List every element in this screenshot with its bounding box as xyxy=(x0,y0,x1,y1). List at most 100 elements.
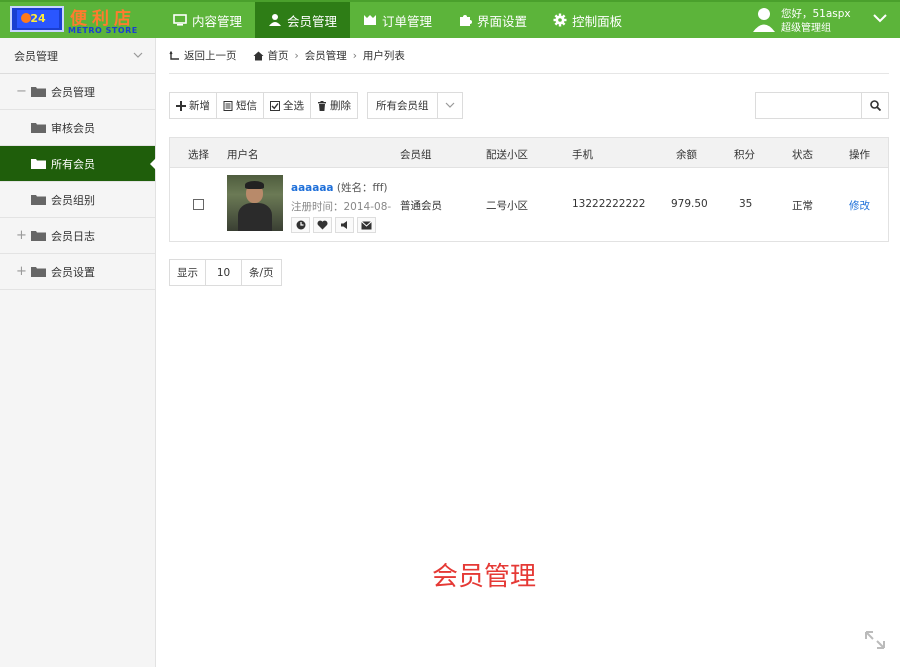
add-button[interactable]: 新增 xyxy=(170,93,217,118)
delete-button-label: 删除 xyxy=(330,100,351,112)
fullscreen-icon[interactable] xyxy=(864,630,886,650)
folder-open-icon xyxy=(31,159,46,169)
logo-badge-number: 24 xyxy=(17,10,59,28)
sidebar-item-label: 会员组别 xyxy=(51,193,95,207)
trash-icon xyxy=(318,100,326,111)
sidebar-item-member-groups[interactable]: 会员组别 xyxy=(0,182,155,218)
top-bar: 24 便利店 METRO STORE 内容管理 会员管理 订单管理 界面设置 控… xyxy=(0,0,900,38)
breadcrumb-current: 用户列表 xyxy=(362,50,405,62)
search-icon xyxy=(869,100,881,111)
sidebar-title: 会员管理 xyxy=(14,49,58,63)
add-button-label: 新增 xyxy=(189,100,210,112)
heart-icon[interactable] xyxy=(313,217,332,233)
page-size-unit: 条/页 xyxy=(249,267,274,279)
sms-button-label: 短信 xyxy=(236,100,257,112)
toolbar: 新增 短信 全选 删除 所有会员组 xyxy=(169,92,463,119)
sidebar-item-member-settings[interactable]: + 会员设置 xyxy=(0,254,155,290)
select-all-button-label: 全选 xyxy=(283,100,304,112)
member-phone: 13222222222 xyxy=(572,198,646,210)
breadcrumb-separator: › xyxy=(294,49,299,62)
nav-members[interactable]: 会员管理 xyxy=(255,2,351,38)
member-area: 二号小区 xyxy=(486,200,528,212)
logo[interactable]: 24 便利店 METRO STORE xyxy=(10,6,146,36)
folder-icon xyxy=(31,231,46,241)
sidebar-item-member-management[interactable]: − 会员管理 xyxy=(0,74,155,110)
page-size-prefix: 显示 xyxy=(177,267,198,279)
search-input[interactable] xyxy=(756,93,862,118)
col-header-area: 配送小区 xyxy=(486,149,528,161)
nav-label: 控制面板 xyxy=(572,13,623,29)
mail-icon[interactable] xyxy=(357,217,376,233)
expand-icon[interactable]: + xyxy=(16,228,27,243)
back-link[interactable]: 返回上一页 xyxy=(169,48,237,63)
folder-icon xyxy=(31,123,46,133)
nav-control-panel[interactable]: 控制面板 xyxy=(540,2,635,38)
chevron-down-icon[interactable] xyxy=(438,93,462,118)
col-header-status: 状态 xyxy=(792,149,813,161)
logo-subtitle: METRO STORE xyxy=(68,26,138,35)
clock-icon[interactable] xyxy=(291,217,310,233)
document-icon xyxy=(223,100,233,111)
chevron-down-icon[interactable] xyxy=(872,12,888,24)
user-role: 超级管理组 xyxy=(781,23,831,34)
member-group-select-value: 所有会员组 xyxy=(368,93,438,118)
nav-content[interactable]: 内容管理 xyxy=(160,2,255,38)
user-menu[interactable]: 您好，51aspx 超级管理组 xyxy=(752,4,900,36)
nav-orders[interactable]: 订单管理 xyxy=(350,2,445,38)
member-username-link[interactable]: aaaaaa xyxy=(291,182,334,194)
col-header-group: 会员组 xyxy=(400,149,432,161)
watermark-text: 会员管理 xyxy=(432,562,537,592)
main-nav: 内容管理 会员管理 订单管理 界面设置 控制面板 xyxy=(160,2,635,38)
sidebar-item-label: 会员设置 xyxy=(51,265,95,279)
chevron-down-icon xyxy=(133,52,143,58)
member-name: aaaaaa (姓名：fff) xyxy=(291,180,387,195)
breadcrumb-home-label: 首页 xyxy=(267,50,289,62)
nav-label: 内容管理 xyxy=(192,13,243,29)
member-realname: (姓名：fff) xyxy=(336,182,388,194)
sidebar-item-label: 所有会员 xyxy=(51,157,95,171)
col-header-phone: 手机 xyxy=(572,149,593,161)
breadcrumb-section[interactable]: 会员管理 xyxy=(305,48,347,63)
expand-icon[interactable]: + xyxy=(16,264,27,279)
sidebar-item-member-logs[interactable]: + 会员日志 xyxy=(0,218,155,254)
breadcrumb-home[interactable]: 首页 xyxy=(253,48,289,63)
nav-interface[interactable]: 界面设置 xyxy=(445,2,540,38)
back-link-label: 返回上一页 xyxy=(184,50,237,62)
user-icon xyxy=(269,14,282,26)
sms-button[interactable]: 短信 xyxy=(217,93,264,118)
sidebar: 会员管理 − 会员管理 审核会员 所有会员 会员组别 + 会员日志 + 会员设置 xyxy=(0,38,156,667)
sidebar-header[interactable]: 会员管理 xyxy=(0,38,155,74)
member-balance: 979.50 xyxy=(671,198,708,210)
sidebar-item-label: 审核会员 xyxy=(51,121,95,135)
search-button[interactable] xyxy=(862,93,888,118)
select-all-button[interactable]: 全选 xyxy=(264,93,311,118)
delete-button[interactable]: 删除 xyxy=(311,93,357,118)
row-checkbox[interactable] xyxy=(193,199,204,210)
speaker-icon[interactable] xyxy=(335,217,354,233)
check-square-icon xyxy=(270,100,280,111)
folder-icon xyxy=(31,195,46,205)
member-quick-actions xyxy=(291,217,383,233)
action-button-group: 新增 短信 全选 删除 xyxy=(169,92,358,119)
edit-link[interactable]: 修改 xyxy=(849,198,870,213)
col-header-select: 选择 xyxy=(188,149,209,161)
sidebar-item-all-members[interactable]: 所有会员 xyxy=(0,146,156,182)
gear-icon xyxy=(553,13,567,27)
member-group-select[interactable]: 所有会员组 xyxy=(367,92,463,119)
monitor-icon xyxy=(173,14,187,26)
collapse-icon[interactable]: − xyxy=(16,84,27,99)
member-group: 普通会员 xyxy=(400,200,442,212)
col-header-balance: 余额 xyxy=(676,149,697,161)
col-header-action: 操作 xyxy=(849,149,870,161)
user-avatar-icon xyxy=(753,8,775,32)
sidebar-item-review-members[interactable]: 审核会员 xyxy=(0,110,155,146)
logo-badge: 24 xyxy=(10,6,64,32)
member-points: 35 xyxy=(739,198,753,210)
search-box xyxy=(755,92,889,119)
page-size-input[interactable]: 10 xyxy=(205,260,242,285)
table-header: 选择 用户名 会员组 配送小区 手机 余额 积分 状态 操作 xyxy=(170,138,888,168)
sidebar-item-label: 会员日志 xyxy=(51,229,95,243)
member-regtime: 注册时间：2014-08- xyxy=(291,201,391,213)
breadcrumb-separator: › xyxy=(352,49,357,62)
nav-label: 会员管理 xyxy=(287,13,338,29)
